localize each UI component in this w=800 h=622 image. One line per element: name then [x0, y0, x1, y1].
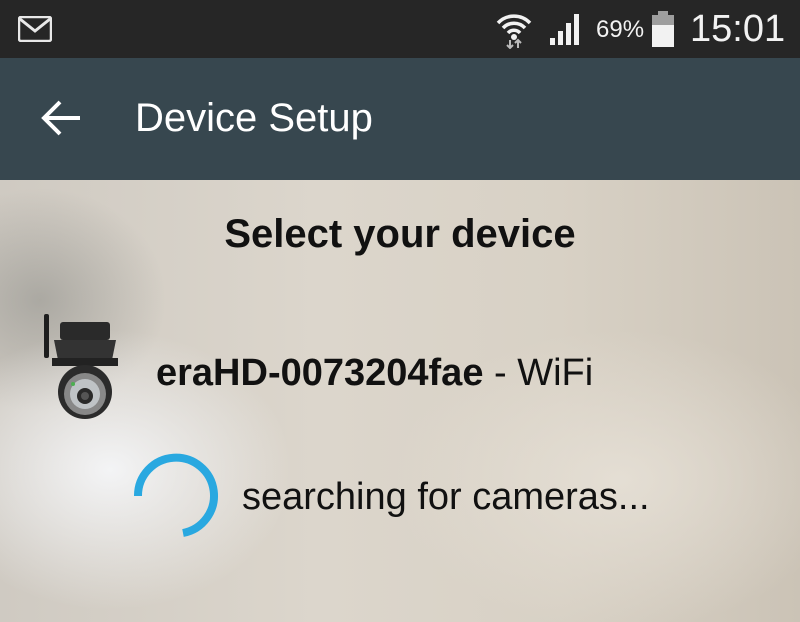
- clock: 15:01: [690, 8, 786, 50]
- device-list-item[interactable]: eraHD-0073204fae - WiFi: [40, 300, 760, 430]
- device-name: eraHD-0073204fae - WiFi: [156, 352, 593, 395]
- device-id: eraHD-0073204fae: [156, 352, 484, 394]
- app-bar: Device Setup: [0, 58, 800, 180]
- device-setup-content: Select your device eraHD-0073204fae - Wi…: [0, 180, 800, 622]
- device-connection-type: - WiFi: [494, 352, 594, 394]
- status-bar: 69% 15:01: [0, 0, 800, 58]
- page-title: Device Setup: [135, 96, 373, 140]
- cell-signal-icon: [550, 14, 579, 45]
- loading-spinner-icon: [133, 453, 218, 537]
- searching-status: searching for cameras...: [242, 476, 650, 518]
- wifi-icon: [496, 14, 532, 49]
- battery-percent: 69%: [596, 16, 645, 43]
- arrow-back-icon[interactable]: [40, 96, 84, 140]
- battery-icon: [652, 11, 674, 47]
- ip-camera-icon: [44, 314, 118, 419]
- section-heading: Select your device: [224, 212, 576, 256]
- gmail-icon: [18, 16, 52, 42]
